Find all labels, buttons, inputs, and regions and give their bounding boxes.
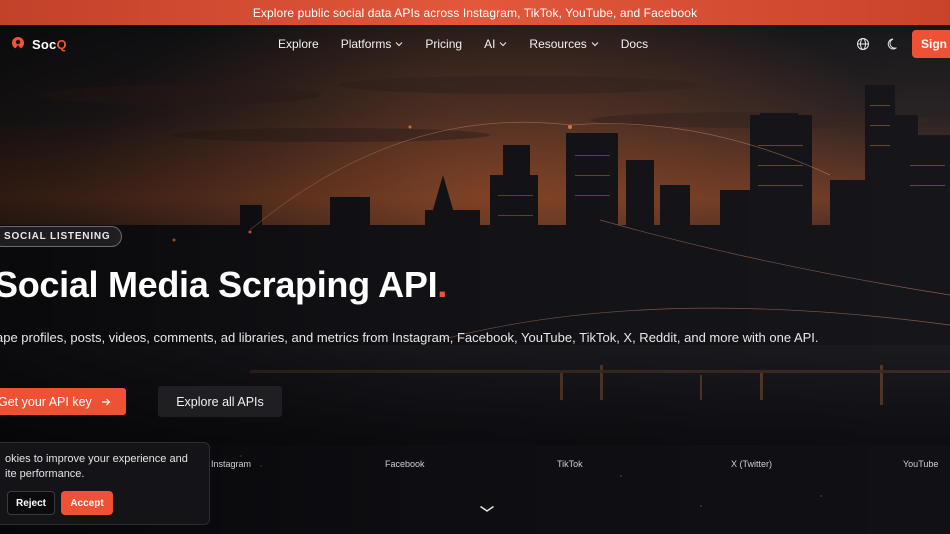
cookie-consent-banner: okies to improve your experience and ite… (0, 442, 210, 525)
platform-label-youtube: YouTube (903, 459, 939, 469)
top-nav: SocQ Explore Platforms Pricing AI Resour… (0, 25, 950, 63)
logo[interactable]: SocQ (10, 36, 67, 52)
moon-icon[interactable] (887, 37, 901, 51)
scroll-down-chevron-icon[interactable] (479, 505, 495, 513)
platform-label-tiktok: TikTok (557, 459, 583, 469)
chevron-down-icon (499, 42, 507, 47)
chevron-down-icon (395, 42, 403, 47)
page-title: Social Media Scraping API. (0, 264, 447, 305)
accept-cookies-button[interactable]: Accept (61, 491, 113, 515)
nav-item-pricing[interactable]: Pricing (425, 37, 462, 51)
hero-subtitle: ape profiles, posts, videos, comments, a… (0, 330, 819, 345)
nav-item-docs[interactable]: Docs (621, 37, 648, 51)
nav-item-resources[interactable]: Resources (529, 37, 599, 51)
nav-links: Explore Platforms Pricing AI Resources D… (278, 37, 648, 51)
platform-label-x-twitter: X (Twitter) (731, 459, 773, 469)
nav-item-ai[interactable]: AI (484, 37, 507, 51)
nav-item-platforms[interactable]: Platforms (341, 37, 404, 51)
globe-icon[interactable] (856, 37, 870, 51)
arrow-right-icon (101, 398, 111, 405)
logo-icon (12, 37, 24, 50)
chevron-down-icon (591, 42, 599, 47)
platform-label-instagram: Instagram (211, 459, 252, 469)
reject-cookies-button[interactable]: Reject (7, 491, 55, 515)
cookie-consent-text: okies to improve your experience and ite… (5, 453, 188, 480)
brand-name: SocQ (32, 36, 67, 52)
announcement-banner[interactable]: Explore public social data APIs across I… (0, 0, 950, 25)
announcement-text: Explore public social data APIs across I… (252, 5, 698, 20)
category-badge: SOCIAL LISTENING (0, 226, 122, 247)
platform-label-facebook: Facebook (385, 459, 425, 469)
get-api-key-button[interactable]: Get your API key (0, 388, 126, 415)
nav-item-explore[interactable]: Explore (278, 37, 319, 51)
explore-all-apis-button[interactable]: Explore all APIs (158, 386, 282, 417)
sign-in-button[interactable]: Sign i (912, 30, 950, 58)
